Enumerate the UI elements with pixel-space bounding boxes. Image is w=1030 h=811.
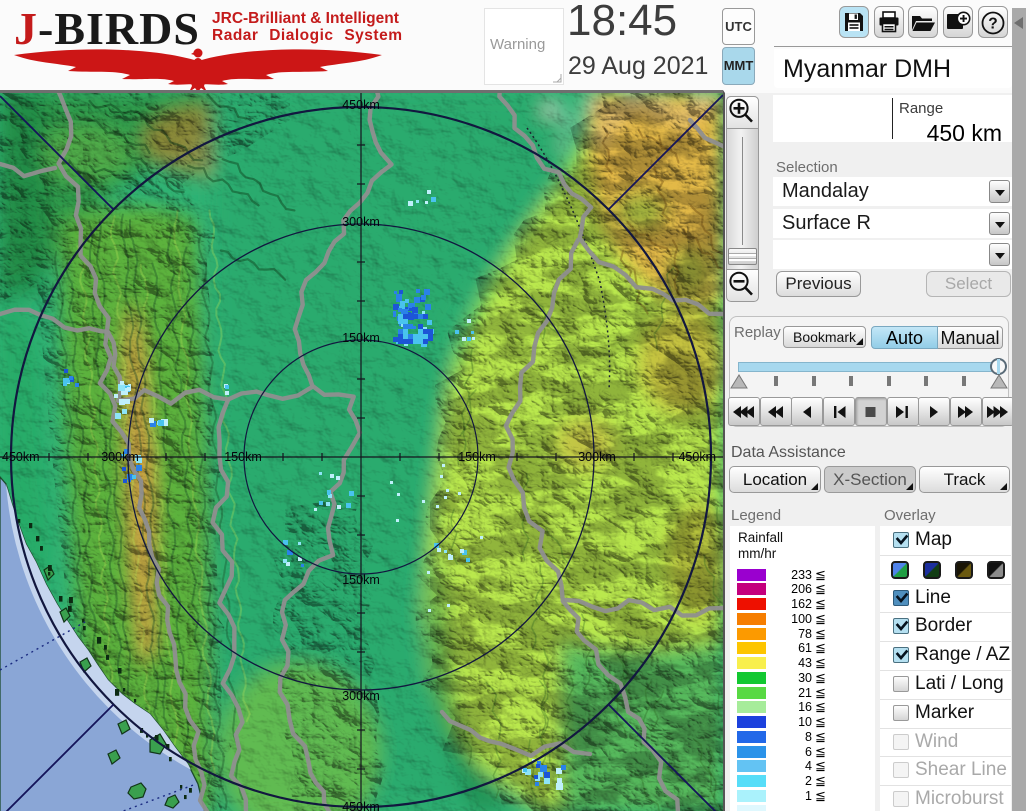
svg-text:150km: 150km: [458, 450, 496, 464]
svg-text:450km: 450km: [2, 450, 40, 464]
svg-text:150km: 150km: [224, 450, 262, 464]
svg-text:300km: 300km: [101, 450, 139, 464]
svg-text:450km: 450km: [342, 98, 380, 112]
svg-text:450km: 450km: [342, 800, 380, 811]
svg-text:?: ?: [988, 16, 997, 33]
svg-text:450km: 450km: [678, 450, 716, 464]
svg-text:300km: 300km: [578, 450, 616, 464]
svg-text:150km: 150km: [342, 331, 380, 345]
svg-text:300km: 300km: [342, 689, 380, 703]
svg-text:300km: 300km: [342, 215, 380, 229]
svg-text:150km: 150km: [342, 573, 380, 587]
